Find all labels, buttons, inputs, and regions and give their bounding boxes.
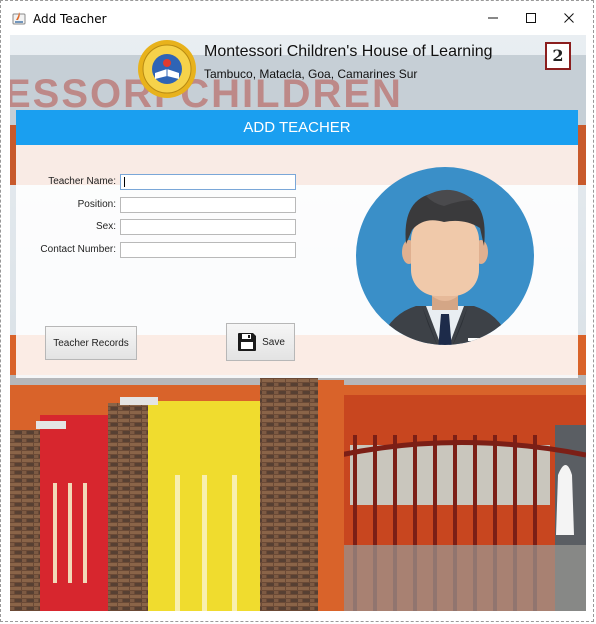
position-label: Position: xyxy=(77,199,116,210)
teacher-name-label: Teacher Name: xyxy=(48,176,116,187)
save-label: Save xyxy=(262,336,285,348)
teacher-records-label: Teacher Records xyxy=(53,337,129,349)
window-title: Add Teacher xyxy=(33,12,107,26)
minimize-icon xyxy=(488,17,498,19)
contact-number-input[interactable] xyxy=(120,242,296,258)
text-caret xyxy=(124,177,125,187)
maximize-button[interactable] xyxy=(513,1,549,35)
java-app-icon xyxy=(12,12,26,25)
close-icon xyxy=(564,13,574,23)
school-address: Tambuco, Matacla, Goa, Camarines Sur xyxy=(204,67,418,81)
panel-title: ADD TEACHER xyxy=(243,119,351,136)
teacher-name-input[interactable] xyxy=(120,174,296,190)
add-teacher-panel: ADD TEACHER Teacher Name: Position: Sex:… xyxy=(16,110,578,378)
minimize-button[interactable] xyxy=(475,1,511,35)
contact-number-label: Contact Number: xyxy=(40,244,116,255)
close-button[interactable] xyxy=(551,1,587,35)
teacher-avatar-icon xyxy=(356,167,534,345)
page-number-badge: 2 xyxy=(545,42,571,70)
teacher-records-button[interactable]: Teacher Records xyxy=(45,326,137,360)
title-bar: Add Teacher xyxy=(1,1,593,35)
school-seal-logo xyxy=(138,40,196,98)
save-button[interactable]: Save xyxy=(226,323,295,361)
client-area: ESSORI CHILDREN Montessori Children's Ho… xyxy=(10,35,586,611)
sex-input[interactable] xyxy=(120,219,296,235)
panel-header: ADD TEACHER xyxy=(16,110,578,145)
school-name: Montessori Children's House of Learning xyxy=(204,43,493,60)
sex-label: Sex: xyxy=(95,221,116,232)
maximize-icon xyxy=(526,13,536,23)
position-input[interactable] xyxy=(120,197,296,213)
floppy-disk-icon xyxy=(238,333,257,351)
